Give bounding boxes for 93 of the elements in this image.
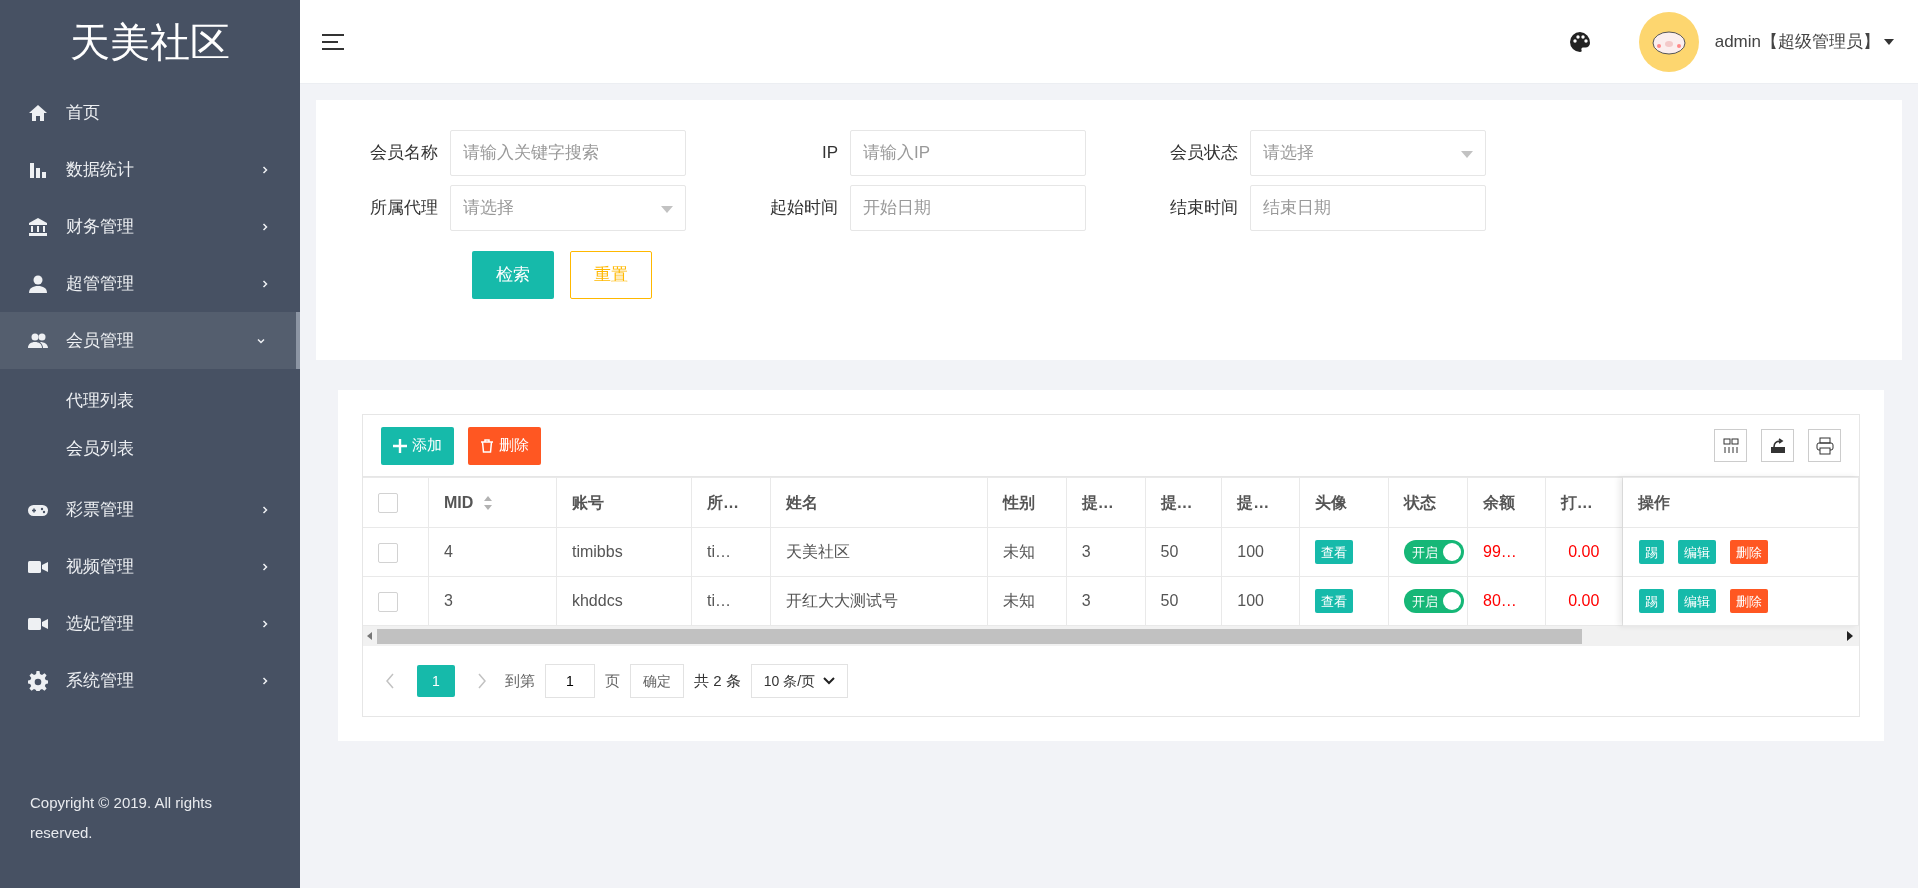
- column-header[interactable]: 账号: [571, 493, 604, 511]
- next-page-icon[interactable]: [477, 673, 487, 689]
- table-cell: timibbs: [571, 543, 623, 560]
- checkbox[interactable]: [378, 542, 398, 563]
- sidebar-item[interactable]: 选妃管理: [0, 595, 300, 652]
- goto-label: 到第: [505, 670, 535, 691]
- palette-icon[interactable]: [1568, 30, 1591, 53]
- page-unit-label: 页: [605, 670, 620, 691]
- table-cell: 100: [1237, 543, 1264, 560]
- scroll-right-icon[interactable]: [1845, 631, 1855, 641]
- checkbox[interactable]: [378, 591, 398, 612]
- table-cell: 0.00: [1568, 592, 1600, 609]
- page-input[interactable]: 1: [545, 664, 595, 698]
- sidebar-item[interactable]: 会员管理: [0, 312, 300, 369]
- field-label: 会员名称: [369, 142, 439, 165]
- sidebar-item[interactable]: 彩票管理: [0, 481, 300, 538]
- column-header[interactable]: 头像: [1315, 493, 1348, 511]
- dropdown-arrow-icon: [661, 206, 673, 213]
- logo-text: 天美社区: [69, 19, 231, 66]
- column-header[interactable]: 打…: [1560, 493, 1593, 511]
- copyright-text: Copyright © 2019. All rights reserved.: [29, 793, 213, 843]
- home-icon: [28, 102, 48, 123]
- columns-icon[interactable]: [1714, 429, 1747, 462]
- chevron-icon: [260, 278, 270, 289]
- input-field[interactable]: 请输入关键字搜索: [450, 130, 686, 176]
- table-cell: khddcs: [571, 592, 623, 609]
- trash-icon: [480, 438, 494, 453]
- submenu-item[interactable]: 会员列表: [0, 425, 300, 473]
- chevron-icon: [260, 561, 270, 572]
- field-label: 起始时间: [769, 197, 839, 220]
- previous-page-icon[interactable]: [385, 673, 395, 689]
- sort-icon[interactable]: [483, 495, 494, 512]
- field-label: IP: [820, 142, 839, 165]
- sidebar-item[interactable]: 视频管理: [0, 538, 300, 595]
- plus-icon: [393, 438, 407, 453]
- table-cell: 4: [444, 543, 453, 560]
- column-header[interactable]: 姓名: [785, 493, 818, 511]
- checkbox[interactable]: [378, 493, 398, 514]
- column-header[interactable]: MID: [444, 493, 494, 511]
- field-label: 会员状态: [1169, 142, 1239, 165]
- field-label: 结束时间: [1169, 197, 1239, 220]
- table-cell: 开红大大测试号: [785, 592, 898, 609]
- chevron-down-icon: [823, 677, 836, 685]
- dropdown-arrow-icon: [1461, 151, 1473, 158]
- page-size-select[interactable]: 10 条/页: [750, 664, 849, 698]
- field-label: 所属代理: [369, 197, 439, 220]
- table-cell: 3: [1081, 543, 1091, 560]
- print-icon[interactable]: [1808, 429, 1841, 462]
- sidebar-item[interactable]: 财务管理: [0, 198, 300, 255]
- settings-icon: [28, 670, 48, 691]
- input-field[interactable]: 结束日期: [1250, 185, 1486, 231]
- horizontal-scrollbar[interactable]: [363, 626, 1859, 646]
- table-cell: 50: [1160, 543, 1179, 560]
- total-count: 共 2 条: [694, 670, 741, 691]
- table-cell: 99…: [1483, 543, 1517, 560]
- chevron-icon: [260, 618, 270, 629]
- table-cell: 未知: [1002, 592, 1035, 609]
- user-name[interactable]: admin【超级管理员】: [1714, 28, 1880, 55]
- chevron-icon: [260, 675, 270, 686]
- sidebar-item[interactable]: 超管管理: [0, 255, 300, 312]
- chevron-icon: [260, 221, 270, 232]
- sidebar-item[interactable]: 系统管理: [0, 652, 300, 709]
- bank-icon: [28, 216, 48, 237]
- sidebar-item[interactable]: 首页: [0, 84, 300, 141]
- table-cell: 0.00: [1568, 543, 1600, 560]
- column-header[interactable]: 余额: [1483, 493, 1515, 511]
- table-cell: 天美社区: [785, 543, 850, 560]
- input-field[interactable]: 开始日期: [850, 185, 1086, 231]
- caret-icon[interactable]: [1884, 38, 1894, 45]
- table-cell: 80…: [1483, 592, 1517, 609]
- column-header: 操作: [1637, 493, 1670, 511]
- submenu-item[interactable]: 代理列表: [0, 377, 300, 425]
- column-header[interactable]: 提…: [1081, 493, 1114, 511]
- column-header[interactable]: 状态: [1404, 493, 1437, 511]
- column-header[interactable]: 提…: [1160, 493, 1193, 511]
- table-cell: ti…: [707, 543, 732, 560]
- table-cell: 未知: [1002, 543, 1035, 560]
- person-icon: [28, 273, 48, 294]
- export-icon[interactable]: [1761, 429, 1794, 462]
- confirm-button[interactable]: 确定: [630, 664, 684, 698]
- table-cell: 50: [1160, 592, 1179, 609]
- column-header[interactable]: 性别: [1002, 493, 1035, 511]
- sidebar-item[interactable]: 数据统计: [0, 141, 300, 198]
- column-header[interactable]: 提…: [1237, 493, 1270, 511]
- input-field[interactable]: 请输入IP: [850, 130, 1086, 176]
- table-cell: 100: [1237, 592, 1264, 609]
- table-cell: 3: [1081, 592, 1091, 609]
- chevron-icon: [260, 504, 270, 515]
- table-cell: 3: [444, 592, 453, 609]
- column-header[interactable]: 所…: [707, 493, 740, 511]
- chevron-icon: [260, 164, 270, 175]
- table-cell: ti…: [707, 592, 732, 609]
- menu-icon[interactable]: [322, 33, 344, 50]
